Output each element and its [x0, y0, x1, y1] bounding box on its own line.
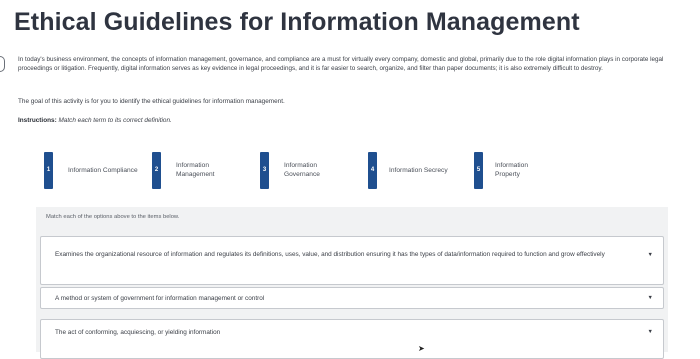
instructions: Instructions: Match each term to its cor…: [18, 117, 172, 124]
term-number-badge: 1: [44, 151, 53, 189]
instructions-text: Match each term to its correct definitio…: [58, 117, 172, 124]
term-label: Information Management: [176, 162, 215, 178]
term-number-badge: 4: [368, 151, 377, 189]
caret-down-icon[interactable]: ▼: [648, 329, 653, 335]
caret-down-icon[interactable]: ▼: [648, 295, 653, 301]
term-label: Information Compliance: [68, 166, 138, 174]
definition-text: Examines the organizational resource of …: [55, 251, 605, 258]
matching-panel: Match each of the options above to the i…: [36, 207, 668, 359]
term-label: Information Governance: [284, 162, 320, 178]
term-card-2[interactable]: 2 Information Management: [152, 150, 246, 190]
definition-dropdown-2[interactable]: A method or system of government for inf…: [40, 287, 664, 309]
term-list: 1 Information Compliance 2 Information M…: [0, 150, 700, 190]
definition-text: A method or system of government for inf…: [55, 295, 265, 302]
term-label: Information Property: [495, 162, 528, 178]
term-card-5[interactable]: 5 Information Property: [474, 150, 545, 190]
term-number-badge: 2: [152, 151, 161, 189]
term-card-3[interactable]: 3 Information Governance: [260, 150, 354, 190]
definition-text: The act of conforming, acquiescing, or y…: [55, 329, 221, 336]
goal-text: The goal of this activity is for you to …: [18, 98, 285, 105]
term-number-badge: 5: [474, 151, 483, 189]
term-label: Information Secrecy: [389, 166, 448, 174]
matching-hint: Match each of the options above to the i…: [46, 214, 180, 220]
term-card-1[interactable]: 1 Information Compliance: [44, 150, 138, 190]
intro-paragraph: In today's business environment, the con…: [18, 56, 664, 73]
caret-down-icon[interactable]: ▼: [648, 252, 653, 258]
definition-dropdown-3[interactable]: The act of conforming, acquiescing, or y…: [40, 319, 664, 359]
page-title: Ethical Guidelines for Information Manag…: [14, 8, 580, 36]
instructions-label: Instructions:: [18, 117, 57, 124]
term-card-4[interactable]: 4 Information Secrecy: [368, 150, 469, 190]
term-number-badge: 3: [260, 151, 269, 189]
scroll-indicator: [0, 56, 5, 72]
definition-dropdown-1[interactable]: Examines the organizational resource of …: [40, 236, 664, 285]
